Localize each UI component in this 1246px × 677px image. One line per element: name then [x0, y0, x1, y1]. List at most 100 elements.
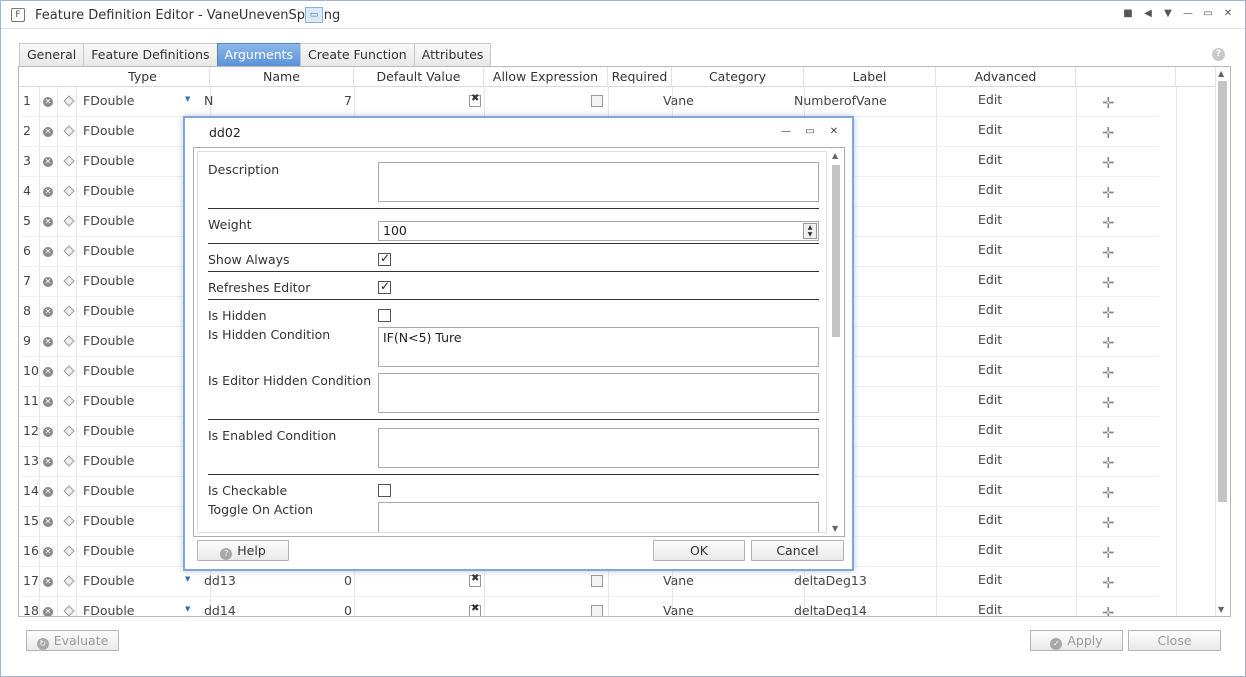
- allow-expression-checkbox[interactable]: [469, 573, 481, 587]
- evaluate-button[interactable]: ↻ Evaluate: [26, 630, 119, 651]
- type-cell[interactable]: FDouble: [83, 237, 193, 267]
- required-checkbox[interactable]: [591, 605, 603, 616]
- advanced-edit-link[interactable]: Edit: [978, 537, 1002, 563]
- category-cell[interactable]: Vane: [663, 567, 783, 597]
- close-button[interactable]: Close: [1128, 630, 1221, 651]
- column-header-default-value[interactable]: Default Value: [354, 67, 484, 87]
- type-cell[interactable]: FDouble: [83, 567, 193, 597]
- move-row-icon[interactable]: ✛: [1102, 304, 1115, 322]
- column-header-category[interactable]: Category: [672, 67, 804, 87]
- move-row-icon[interactable]: ✛: [1102, 274, 1115, 292]
- help-button[interactable]: ? Help: [197, 540, 289, 561]
- spinner-arrows-icon[interactable]: ▲ ▼: [803, 223, 817, 239]
- move-row-icon[interactable]: ✛: [1102, 184, 1115, 202]
- delete-row-icon[interactable]: ✕: [43, 367, 53, 377]
- move-row-icon[interactable]: ✛: [1102, 334, 1115, 352]
- advanced-edit-link[interactable]: Edit: [978, 387, 1002, 413]
- is-hidden-checkbox[interactable]: [378, 309, 391, 322]
- table-row[interactable]: 18 ✕ FDouble▼ dd140 Vane deltaDeg14 Edit ✛: [19, 597, 1159, 616]
- dialog-maximize-icon[interactable]: ▭: [804, 126, 816, 138]
- type-cell[interactable]: FDouble: [83, 177, 193, 207]
- toggle-on-action-field[interactable]: [378, 502, 819, 532]
- move-row-icon[interactable]: ✛: [1102, 514, 1115, 532]
- delete-row-icon[interactable]: ✕: [43, 277, 53, 287]
- name-cell[interactable]: dd13: [204, 567, 344, 597]
- close-icon[interactable]: ✕: [1221, 7, 1235, 21]
- delete-row-icon[interactable]: ✕: [43, 607, 53, 616]
- apply-button[interactable]: ✓ Apply: [1030, 630, 1123, 651]
- advanced-edit-link[interactable]: Edit: [978, 117, 1002, 143]
- type-cell[interactable]: FDouble: [83, 597, 193, 616]
- move-row-icon[interactable]: ✛: [1102, 484, 1115, 502]
- default-value-cell[interactable]: 0: [344, 567, 464, 597]
- cancel-button[interactable]: Cancel: [751, 540, 844, 561]
- type-cell[interactable]: FDouble: [83, 447, 193, 477]
- tab-create-function[interactable]: Create Function: [300, 43, 415, 66]
- move-row-icon[interactable]: ✛: [1102, 544, 1115, 562]
- is-editor-hidden-condition-field[interactable]: [378, 373, 819, 413]
- weight-spinner[interactable]: 100 ▲ ▼: [378, 221, 819, 241]
- delete-row-icon[interactable]: ✕: [43, 427, 53, 437]
- dialog-minimize-icon[interactable]: —: [780, 126, 792, 138]
- name-cell[interactable]: N: [204, 87, 344, 117]
- advanced-edit-link[interactable]: Edit: [978, 147, 1002, 173]
- delete-row-icon[interactable]: ✕: [43, 97, 53, 107]
- is-checkable-checkbox[interactable]: [378, 484, 391, 497]
- ok-button[interactable]: OK: [653, 540, 745, 561]
- back-icon[interactable]: ◀: [1141, 7, 1155, 21]
- advanced-edit-link[interactable]: Edit: [978, 327, 1002, 353]
- column-header-label[interactable]: Label: [804, 67, 936, 87]
- delete-row-icon[interactable]: ✕: [43, 547, 53, 557]
- delete-row-icon[interactable]: ✕: [43, 457, 53, 467]
- tab-general[interactable]: General: [19, 43, 85, 66]
- label-cell[interactable]: deltaDeg14: [794, 597, 919, 616]
- label-cell[interactable]: deltaDeg13: [794, 567, 919, 597]
- category-cell[interactable]: Vane: [663, 597, 783, 616]
- table-row[interactable]: 1 ✕ FDouble▼ N7 Vane NumberofVane Edit ✛: [19, 87, 1159, 117]
- required-checkbox[interactable]: [591, 95, 603, 107]
- grid-vertical-scrollbar[interactable]: ▲ ▼: [1215, 67, 1229, 616]
- dialog-scroll-up-icon[interactable]: ▲: [832, 151, 838, 160]
- advanced-edit-link[interactable]: Edit: [978, 357, 1002, 383]
- dropdown-icon[interactable]: ▼: [1161, 7, 1175, 21]
- refreshes-editor-checkbox[interactable]: [378, 279, 391, 294]
- dialog-scroll-thumb[interactable]: [832, 165, 840, 337]
- default-value-cell[interactable]: 7: [344, 87, 464, 117]
- column-header-allow-expression[interactable]: Allow Expression: [484, 67, 608, 87]
- type-cell[interactable]: FDouble: [83, 417, 193, 447]
- move-row-icon[interactable]: ✛: [1102, 124, 1115, 142]
- dialog-close-icon[interactable]: ✕: [828, 126, 840, 138]
- column-header-type[interactable]: Type: [76, 67, 210, 87]
- move-row-icon[interactable]: ✛: [1102, 364, 1115, 382]
- type-cell[interactable]: FDouble: [83, 267, 193, 297]
- required-checkbox[interactable]: [591, 575, 603, 587]
- move-row-icon[interactable]: ✛: [1102, 604, 1115, 616]
- move-row-icon[interactable]: ✛: [1102, 394, 1115, 412]
- type-dropdown-icon[interactable]: ▼: [185, 95, 190, 103]
- move-row-icon[interactable]: ✛: [1102, 424, 1115, 442]
- is-hidden-condition-field[interactable]: IF(N<5) Ture: [378, 327, 819, 367]
- advanced-edit-link[interactable]: Edit: [978, 597, 1002, 616]
- advanced-edit-link[interactable]: Edit: [978, 177, 1002, 203]
- type-cell[interactable]: FDouble: [83, 297, 193, 327]
- delete-row-icon[interactable]: ✕: [43, 247, 53, 257]
- delete-row-icon[interactable]: ✕: [43, 337, 53, 347]
- scroll-up-icon[interactable]: ▲: [1218, 69, 1224, 78]
- move-row-icon[interactable]: ✛: [1102, 154, 1115, 172]
- advanced-edit-link[interactable]: Edit: [978, 417, 1002, 443]
- label-cell[interactable]: NumberofVane: [794, 87, 919, 117]
- move-row-icon[interactable]: ✛: [1102, 214, 1115, 232]
- delete-row-icon[interactable]: ✕: [43, 577, 53, 587]
- dialog-vertical-scrollbar[interactable]: ▲ ▼: [830, 151, 842, 533]
- type-cell[interactable]: FDouble: [83, 387, 193, 417]
- maximize-icon[interactable]: ▭: [1201, 7, 1215, 21]
- help-icon[interactable]: ?: [1212, 48, 1225, 61]
- tab-arguments[interactable]: Arguments: [216, 43, 302, 66]
- tab-attributes[interactable]: Attributes: [413, 43, 492, 66]
- advanced-edit-link[interactable]: Edit: [978, 297, 1002, 323]
- table-row[interactable]: 17 ✕ FDouble▼ dd130 Vane deltaDeg13 Edit ✛: [19, 567, 1159, 597]
- type-cell[interactable]: FDouble: [83, 327, 193, 357]
- type-cell[interactable]: FDouble: [83, 357, 193, 387]
- scroll-down-icon[interactable]: ▼: [1218, 605, 1224, 614]
- column-header-required[interactable]: Required: [608, 67, 672, 87]
